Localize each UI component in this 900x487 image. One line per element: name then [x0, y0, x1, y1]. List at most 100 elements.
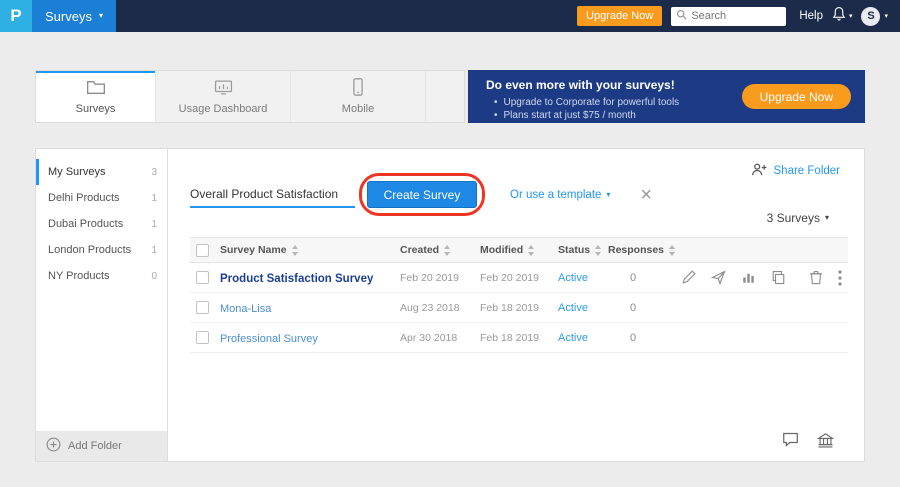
header-responses[interactable]: Responses: [608, 244, 680, 256]
folder-count: 3: [151, 167, 157, 178]
modified-date: Feb 18 2019: [480, 332, 558, 344]
promo-upgrade-button[interactable]: Upgrade Now: [742, 84, 851, 109]
header-created[interactable]: Created: [400, 244, 480, 256]
add-folder-button[interactable]: Add Folder: [36, 431, 167, 461]
folder-icon: [86, 79, 106, 99]
app-logo[interactable]: P: [0, 0, 32, 32]
responses-count: 0: [608, 302, 680, 314]
account-menu[interactable]: S ▾: [861, 7, 888, 26]
bullet-icon: •: [494, 97, 498, 108]
status-link[interactable]: Active: [558, 332, 608, 344]
sidebar-item-delhi-products[interactable]: Delhi Products 1: [36, 185, 167, 211]
sidebar-item-my-surveys[interactable]: My Surveys 3: [36, 159, 167, 185]
responses-count: 0: [608, 272, 680, 284]
survey-name-link[interactable]: Professional Survey: [220, 333, 318, 345]
panel-footer-icons: [782, 432, 834, 453]
folder-count: 0: [151, 271, 157, 282]
analytics-chart-icon[interactable]: [741, 270, 756, 285]
top-bar: P Surveys ▾ Upgrade Now Help ▾ S ▾: [0, 0, 900, 32]
mobile-icon: [352, 78, 364, 99]
sort-icon[interactable]: [595, 245, 602, 256]
folder-count: 1: [151, 245, 157, 256]
folder-count: 1: [151, 193, 157, 204]
more-options-icon[interactable]: [838, 270, 842, 286]
create-survey-wrap: Create Survey: [367, 181, 477, 208]
create-survey-button[interactable]: Create Survey: [367, 181, 477, 208]
survey-name-input[interactable]: [190, 182, 355, 208]
search-input[interactable]: [691, 10, 779, 22]
share-folder-button[interactable]: Share Folder: [751, 162, 840, 179]
sidebar-item-dubai-products[interactable]: Dubai Products 1: [36, 211, 167, 237]
row-checkbox[interactable]: [196, 271, 209, 284]
tab-mobile[interactable]: Mobile: [291, 71, 426, 122]
tab-usage-dashboard[interactable]: Usage Dashboard: [156, 71, 291, 122]
header-survey-name[interactable]: Survey Name: [220, 244, 400, 256]
survey-name-link[interactable]: Product Satisfaction Survey: [220, 273, 373, 285]
use-template-link[interactable]: Or use a template ▾: [510, 189, 610, 201]
copy-icon[interactable]: [771, 270, 786, 285]
created-date: Feb 20 2019: [400, 272, 480, 284]
promo-banner: Do even more with your surveys! •Upgrade…: [468, 70, 865, 123]
share-folder-label: Share Folder: [774, 165, 840, 177]
sort-icon[interactable]: [444, 245, 451, 256]
sort-icon[interactable]: [528, 245, 535, 256]
tab-surveys-label: Surveys: [76, 103, 116, 115]
product-menu-surveys[interactable]: Surveys ▾: [32, 0, 116, 32]
avatar: S: [861, 7, 880, 26]
status-link[interactable]: Active: [558, 302, 608, 314]
add-folder-label: Add Folder: [68, 440, 122, 452]
row-checkbox[interactable]: [196, 331, 209, 344]
surveys-panel: Share Folder Create Survey Or use a temp…: [168, 148, 865, 462]
product-menu-label: Surveys: [45, 9, 92, 24]
row-actions: [680, 270, 848, 286]
edit-pencil-icon[interactable]: [681, 270, 696, 285]
bullet-icon: •: [494, 110, 498, 121]
select-all-checkbox[interactable]: [196, 244, 209, 257]
sidebar-item-ny-products[interactable]: NY Products 0: [36, 263, 167, 289]
table-row: Product Satisfaction Survey Feb 20 2019 …: [190, 263, 848, 293]
upgrade-now-button[interactable]: Upgrade Now: [577, 6, 662, 26]
modified-date: Feb 20 2019: [480, 272, 558, 284]
chevron-down-icon: ▾: [884, 12, 888, 20]
promo-bullet: •Plans start at just $75 / month: [486, 109, 865, 122]
archive-bank-icon[interactable]: [817, 432, 834, 453]
new-survey-row: Create Survey Or use a template ▾ ×: [190, 181, 652, 208]
survey-name-link[interactable]: Mona-Lisa: [220, 303, 271, 315]
sort-icon[interactable]: [292, 245, 299, 256]
created-date: Aug 23 2018: [400, 302, 480, 314]
tab-mobile-label: Mobile: [342, 103, 374, 115]
row-checkbox[interactable]: [196, 301, 209, 314]
share-person-icon: [751, 162, 768, 179]
notifications-menu[interactable]: ▾: [832, 6, 853, 26]
surveys-table: Survey Name Created Modified Status Resp…: [190, 237, 848, 353]
topbar-right-cluster: Upgrade Now Help ▾ S ▾: [577, 6, 900, 26]
feedback-comment-icon[interactable]: [782, 432, 799, 453]
trash-icon[interactable]: [809, 270, 823, 285]
search-box[interactable]: [671, 7, 786, 26]
folder-count: 1: [151, 219, 157, 230]
modified-date: Feb 18 2019: [480, 302, 558, 314]
close-icon[interactable]: ×: [640, 185, 652, 205]
folders-sidebar: My Surveys 3 Delhi Products 1 Dubai Prod…: [35, 148, 168, 462]
responses-count: 0: [608, 332, 680, 344]
header-modified[interactable]: Modified: [480, 244, 558, 256]
tabs-filler: [426, 71, 464, 122]
tab-surveys[interactable]: Surveys: [36, 71, 156, 122]
dashboard-icon: [214, 79, 233, 99]
section-tabs: Surveys Usage Dashboard Mobile: [35, 70, 465, 123]
table-header-row: Survey Name Created Modified Status Resp…: [190, 237, 848, 263]
chevron-down-icon: ▾: [849, 12, 853, 20]
surveys-count-dropdown[interactable]: 3 Surveys ▾: [767, 211, 829, 225]
chevron-down-icon: ▾: [825, 214, 829, 222]
plus-circle-icon: [46, 437, 61, 455]
send-plane-icon[interactable]: [711, 270, 726, 285]
sort-icon[interactable]: [669, 245, 676, 256]
table-row: Professional Survey Apr 30 2018 Feb 18 2…: [190, 323, 848, 353]
sidebar-item-london-products[interactable]: London Products 1: [36, 237, 167, 263]
status-link[interactable]: Active: [558, 272, 608, 284]
bell-icon: [832, 6, 846, 26]
help-link[interactable]: Help: [799, 10, 823, 22]
header-status[interactable]: Status: [558, 244, 608, 256]
chevron-down-icon: ▾: [99, 12, 103, 20]
search-icon: [676, 7, 687, 25]
